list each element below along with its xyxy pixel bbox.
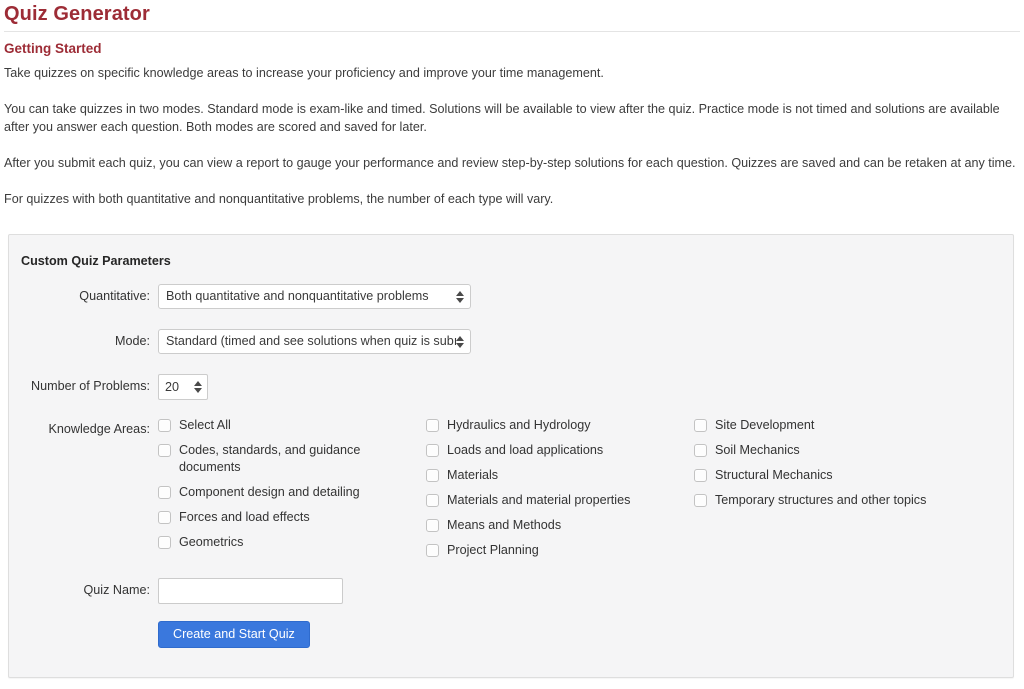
mode-select-value: Standard (timed and see solutions when q…: [166, 334, 457, 348]
checkbox-label: Temporary structures and other topics: [715, 492, 926, 509]
checkbox-item-materials[interactable]: Materials: [426, 467, 694, 484]
chevron-updown-icon[interactable]: [456, 336, 464, 348]
mode-select[interactable]: Standard (timed and see solutions when q…: [158, 329, 471, 354]
checkbox-item-codes-standards[interactable]: Codes, standards, and guidance documents: [158, 442, 426, 475]
field-row-quiz-name: Quiz Name:: [9, 578, 343, 604]
knowledge-areas-column-3: Site Development Soil Mechanics Structur…: [694, 417, 974, 517]
checkbox-icon[interactable]: [694, 494, 707, 507]
checkbox-label: Project Planning: [447, 542, 539, 559]
chevron-down-icon: [456, 298, 464, 303]
checkbox-label: Loads and load applications: [447, 442, 603, 459]
chevron-up-icon: [456, 336, 464, 341]
checkbox-icon[interactable]: [694, 419, 707, 432]
checkbox-label: Codes, standards, and guidance documents: [179, 442, 384, 475]
field-row-mode: Mode: Standard (timed and see solutions …: [9, 329, 471, 354]
checkbox-icon[interactable]: [158, 511, 171, 524]
checkbox-icon[interactable]: [158, 486, 171, 499]
intro-paragraph-3: After you submit each quiz, you can view…: [4, 154, 1016, 172]
quantitative-label: Quantitative:: [9, 284, 158, 308]
checkbox-item-structural-mechanics[interactable]: Structural Mechanics: [694, 467, 974, 484]
checkbox-item-geometrics[interactable]: Geometrics: [158, 534, 426, 551]
checkbox-item-project-planning[interactable]: Project Planning: [426, 542, 694, 559]
intro-paragraph-4: For quizzes with both quantitative and n…: [4, 190, 1016, 208]
checkbox-icon[interactable]: [426, 519, 439, 532]
checkbox-icon[interactable]: [426, 444, 439, 457]
number-of-problems-label: Number of Problems:: [9, 374, 158, 398]
number-of-problems-stepper[interactable]: 20: [158, 374, 208, 400]
quantitative-select[interactable]: Both quantitative and nonquantitative pr…: [158, 284, 471, 309]
checkbox-icon[interactable]: [158, 444, 171, 457]
checkbox-item-site-development[interactable]: Site Development: [694, 417, 974, 434]
knowledge-areas-column-2: Hydraulics and Hydrology Loads and load …: [426, 417, 694, 567]
checkbox-icon[interactable]: [426, 494, 439, 507]
field-row-quantitative: Quantitative: Both quantitative and nonq…: [9, 284, 471, 309]
number-of-problems-value: 20: [165, 380, 179, 394]
checkbox-label: Forces and load effects: [179, 509, 310, 526]
checkbox-label: Site Development: [715, 417, 814, 434]
field-row-submit: Create and Start Quiz: [9, 621, 310, 648]
checkbox-item-component-design[interactable]: Component design and detailing: [158, 484, 426, 501]
chevron-down-icon: [456, 343, 464, 348]
checkbox-label: Soil Mechanics: [715, 442, 800, 459]
field-row-knowledge-areas: Knowledge Areas: Select All Codes, stand…: [9, 417, 974, 567]
checkbox-icon[interactable]: [694, 444, 707, 457]
checkbox-item-select-all[interactable]: Select All: [158, 417, 426, 434]
checkbox-item-hydraulics-hydrology[interactable]: Hydraulics and Hydrology: [426, 417, 694, 434]
chevron-up-icon[interactable]: [194, 381, 202, 386]
create-and-start-quiz-button[interactable]: Create and Start Quiz: [158, 621, 310, 648]
checkbox-icon[interactable]: [426, 469, 439, 482]
section-heading-getting-started: Getting Started: [4, 40, 102, 58]
checkbox-item-loads-load-applications[interactable]: Loads and load applications: [426, 442, 694, 459]
checkbox-item-materials-properties[interactable]: Materials and material properties: [426, 492, 694, 509]
checkbox-icon[interactable]: [158, 536, 171, 549]
knowledge-areas-column-1: Select All Codes, standards, and guidanc…: [158, 417, 426, 559]
checkbox-label: Means and Methods: [447, 517, 561, 534]
checkbox-label: Materials and material properties: [447, 492, 630, 509]
checkbox-label: Materials: [447, 467, 498, 484]
quiz-name-input[interactable]: [158, 578, 343, 604]
checkbox-item-means-methods[interactable]: Means and Methods: [426, 517, 694, 534]
intro-paragraph-1: Take quizzes on specific knowledge areas…: [4, 64, 1016, 82]
checkbox-icon[interactable]: [694, 469, 707, 482]
checkbox-label: Structural Mechanics: [715, 467, 833, 484]
checkbox-label: Select All: [179, 417, 231, 434]
checkbox-label: Geometrics: [179, 534, 243, 551]
checkbox-icon[interactable]: [426, 419, 439, 432]
quiz-generator-page: Quiz Generator Getting Started Take quiz…: [0, 0, 1024, 689]
checkbox-item-temporary-structures[interactable]: Temporary structures and other topics: [694, 492, 974, 509]
quantitative-select-value: Both quantitative and nonquantitative pr…: [166, 289, 429, 303]
checkbox-item-soil-mechanics[interactable]: Soil Mechanics: [694, 442, 974, 459]
mode-label: Mode:: [9, 329, 158, 353]
title-divider: [4, 31, 1020, 32]
chevron-up-icon: [456, 291, 464, 296]
checkbox-label: Component design and detailing: [179, 484, 360, 501]
checkbox-item-forces-load-effects[interactable]: Forces and load effects: [158, 509, 426, 526]
knowledge-areas-label: Knowledge Areas:: [9, 417, 158, 441]
panel-title: Custom Quiz Parameters: [21, 254, 171, 268]
knowledge-areas-columns: Select All Codes, standards, and guidanc…: [158, 417, 974, 567]
intro-paragraph-2: You can take quizzes in two modes. Stand…: [4, 100, 1016, 136]
checkbox-icon[interactable]: [158, 419, 171, 432]
custom-quiz-parameters-panel: Custom Quiz Parameters Quantitative: Bot…: [8, 234, 1014, 678]
chevron-updown-icon[interactable]: [456, 291, 464, 303]
chevron-down-icon[interactable]: [194, 388, 202, 393]
stepper-arrows-icon[interactable]: [194, 381, 202, 393]
field-row-number-of-problems: Number of Problems: 20: [9, 374, 208, 400]
page-title: Quiz Generator: [4, 1, 150, 27]
checkbox-label: Hydraulics and Hydrology: [447, 417, 591, 434]
quiz-name-label: Quiz Name:: [9, 578, 158, 602]
checkbox-icon[interactable]: [426, 544, 439, 557]
